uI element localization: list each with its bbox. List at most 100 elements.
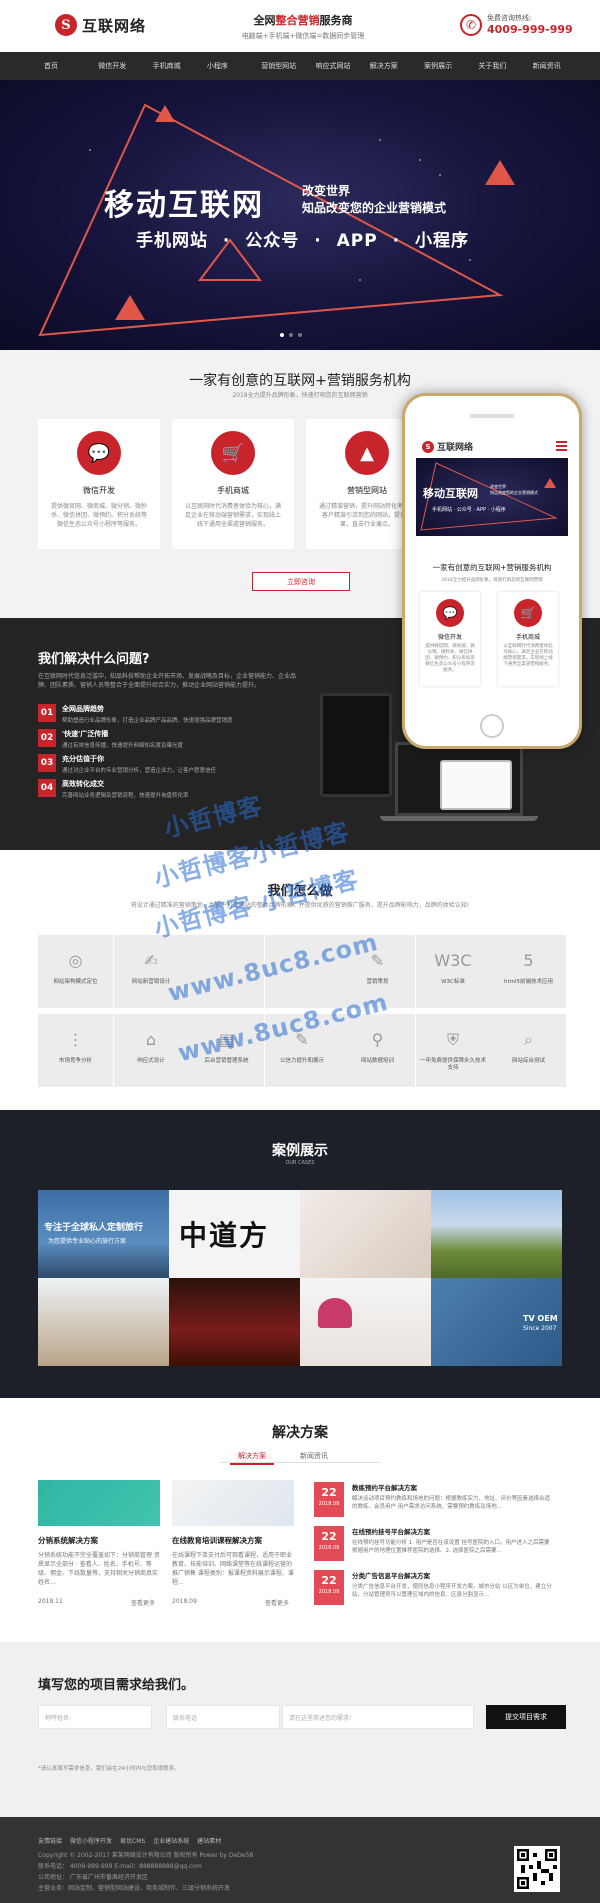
- phone-icon: ✆: [460, 13, 482, 36]
- case-city[interactable]: [431, 1190, 562, 1278]
- nav-item-responsive[interactable]: 响应式网站: [315, 61, 369, 71]
- nav-item-mall[interactable]: 手机商城: [153, 61, 207, 71]
- how-item[interactable]: W3C W3C标准: [415, 935, 491, 1008]
- news-date-badge: 22 2018.09: [314, 1526, 344, 1561]
- hotline-number: 4009-999-999: [487, 23, 573, 36]
- requirement-input[interactable]: 请在这里简述您的需求!: [282, 1705, 474, 1729]
- how-item[interactable]: 5 html5前端技术应用: [491, 935, 566, 1008]
- address: 公司地址： 广东省广州市番禺经济开发区: [38, 1874, 148, 1881]
- header-slogan: 全网整合营销服务商 电脑端+手机端+微信端=数据同步管理: [228, 12, 378, 41]
- device-phone-image: [320, 693, 392, 797]
- hero-banner[interactable]: 移动互联网: [0, 80, 600, 350]
- card-desc: 提供微官网、微商城、微分销、微秒杀、微信拼团、微预约、积分系统等微信生态公众号小…: [50, 503, 147, 528]
- card-desc: 以互联网时代消费者体验为核心，满足企业在移动端营销需求，实现线上线下通用全渠道营…: [184, 503, 281, 528]
- banner-dot[interactable]: [280, 333, 284, 337]
- news-item[interactable]: 22 2018.09 教练预约平台解决方案 解决运动项目预约教练和场地的问题：根据教…: [314, 1482, 552, 1517]
- how-item[interactable]: ⌕ 网站综合测试: [491, 1014, 566, 1087]
- nav-item-wechat[interactable]: 微信开发: [98, 61, 152, 71]
- solution-image[interactable]: [38, 1480, 160, 1526]
- item-number: 02: [38, 729, 56, 747]
- solution-title[interactable]: 分销系统解决方案: [38, 1535, 98, 1546]
- how-item-label: 响应式设计: [137, 1058, 165, 1064]
- hotline-label: 免费咨询热线:: [487, 14, 532, 22]
- banner-sub1: 改变世界: [302, 184, 351, 198]
- case-text: TV OEM: [523, 1314, 558, 1323]
- how-item-label: html5前端技术应用: [503, 979, 554, 985]
- friend-link[interactable]: 企业建站系统: [153, 1836, 189, 1845]
- friend-link[interactable]: 建站素材: [197, 1836, 221, 1845]
- mock-card-title: 微信开发: [437, 634, 462, 641]
- how-item-label: 公信力提升和展示: [279, 1058, 324, 1064]
- target-icon: ◎: [68, 951, 83, 970]
- nav-item-news[interactable]: 新闻资讯: [533, 61, 587, 71]
- case-text: 为您提供专业贴心的旅行方案: [48, 1238, 127, 1245]
- item-number: 01: [38, 704, 56, 722]
- how-item-label: 网站数据培训: [360, 1058, 394, 1064]
- hotline: ✆ 免费咨询热线: 4009-999-999: [460, 13, 573, 36]
- news-date-badge: 22 2018.09: [314, 1570, 344, 1605]
- device-tablet-image: [440, 760, 512, 810]
- item-desc: 帮助塑造行业品牌形象，打造企业品牌产品品牌，快速增强品牌营销度: [62, 718, 233, 724]
- solution-more-link[interactable]: 查看更多: [131, 1598, 155, 1607]
- case-mother-baby[interactable]: [300, 1190, 431, 1278]
- news-item[interactable]: 22 2018.09 分类广告信息平台解决方案 分类广告信息平台开发，使同信息小程序…: [314, 1570, 552, 1605]
- case-tv-oem[interactable]: TV OEM Since 2007: [431, 1278, 562, 1366]
- case-travel[interactable]: 专注于全球私人定制旅行 为您提供专业贴心的旅行方案: [38, 1190, 169, 1278]
- phone-speaker: [470, 414, 514, 418]
- contact-info: 联系电话： 4009-999-999 E-mail：888888888@qq.c…: [38, 1863, 202, 1870]
- case-interior[interactable]: [38, 1278, 169, 1366]
- friend-link[interactable]: 微信小程序开发: [70, 1836, 112, 1845]
- item-title: '快速'广泛传播: [62, 730, 109, 738]
- submit-button[interactable]: 提交项目需求: [486, 1705, 566, 1729]
- case-zhongdao[interactable]: 中道方: [169, 1190, 300, 1278]
- mock-logo: S 互联网络: [422, 440, 473, 453]
- how-item[interactable]: ⛨ 一年免费提供保障永久技术支持: [415, 1014, 491, 1087]
- nav-item-marketing-site[interactable]: 营销型网站: [261, 61, 315, 71]
- chat-icon: 💬: [436, 599, 464, 627]
- mock-card: 💬 微信开发 提供微官网、微商城、微分销、微秒杀、微信拼团、微预约、积分系统等微…: [420, 592, 480, 686]
- friend-links: 友情链接 微信小程序开发 易优CMS 企业建站系统 建站素材: [38, 1836, 221, 1845]
- solution-date: 2018.09: [172, 1598, 197, 1605]
- service-card-mall[interactable]: 🛒 手机商城 以互联网时代消费者体验为核心，满足企业在移动端营销需求，实现线上线…: [172, 419, 294, 549]
- news-item[interactable]: 22 2018.09 在线预约挂号平台解决方案 在线预约挂号功能分析 1. 用户是否…: [314, 1526, 552, 1561]
- case-text: Since 2007: [523, 1325, 557, 1332]
- news-desc: 解决运动项目预约教练和场地的问题：根据教练实力、地址、评价等因素选择合适的教练。…: [352, 1496, 551, 1510]
- friend-link[interactable]: 易优CMS: [120, 1836, 145, 1845]
- service-card-wechat[interactable]: 💬 微信开发 提供微官网、微商城、微分销、微秒杀、微信拼团、微预约、积分系统等微…: [38, 419, 160, 549]
- case-text: 专注于全球私人定制旅行: [44, 1223, 144, 1233]
- laptop-base: [380, 816, 538, 821]
- name-input[interactable]: 称呼姓名: [38, 1705, 152, 1729]
- tab-solutions[interactable]: 解决方案: [230, 1449, 274, 1465]
- banner-dot[interactable]: [298, 333, 302, 337]
- item-title: 高效转化成交: [62, 780, 104, 788]
- solution-image[interactable]: [172, 1480, 294, 1526]
- logo-text: 互联网络: [82, 16, 147, 35]
- nav-item-miniprogram[interactable]: 小程序: [207, 61, 261, 71]
- html5-icon: 5: [523, 951, 534, 970]
- solution-more-link[interactable]: 查看更多: [265, 1598, 289, 1607]
- banner-decoration: [38, 103, 515, 337]
- case-lotus[interactable]: [300, 1278, 431, 1366]
- how-item[interactable]: ⋮ 市场竞争分析: [38, 1014, 113, 1087]
- how-item-label: 市场竞争分析: [58, 1058, 92, 1064]
- consult-button[interactable]: 立即咨询: [252, 572, 350, 591]
- solve-item: 02 '快速'广泛传播 通过有效信息传播，快速提升网络知名度及曝光度: [38, 729, 272, 749]
- tab-news[interactable]: 新闻资讯: [292, 1449, 336, 1465]
- phone-input[interactable]: 联系电话: [166, 1705, 280, 1729]
- nav-item-home[interactable]: 首页: [44, 61, 98, 71]
- solution-title[interactable]: 在线教育培训课程解决方案: [172, 1535, 262, 1546]
- solution-date: 2018.11: [38, 1598, 63, 1605]
- news-month: 2018.09: [318, 1501, 340, 1507]
- nav-item-solutions[interactable]: 解决方案: [370, 61, 424, 71]
- banner-title-text: 移动互联网: [104, 188, 264, 223]
- how-item[interactable]: ⚲ 网站数据培训: [340, 1014, 415, 1087]
- case-restaurant[interactable]: [169, 1278, 300, 1366]
- w3c-icon: W3C: [434, 951, 472, 970]
- solutions-title: 解决方案: [272, 1425, 328, 1441]
- how-item[interactable]: ◎ 网站架构模式定位: [38, 935, 113, 1008]
- nav-item-about[interactable]: 关于我们: [478, 61, 532, 71]
- banner-dots[interactable]: [280, 333, 302, 337]
- site-logo[interactable]: S 互联网络: [55, 14, 146, 36]
- nav-item-cases[interactable]: 案例展示: [424, 61, 478, 71]
- banner-dot[interactable]: [289, 333, 293, 337]
